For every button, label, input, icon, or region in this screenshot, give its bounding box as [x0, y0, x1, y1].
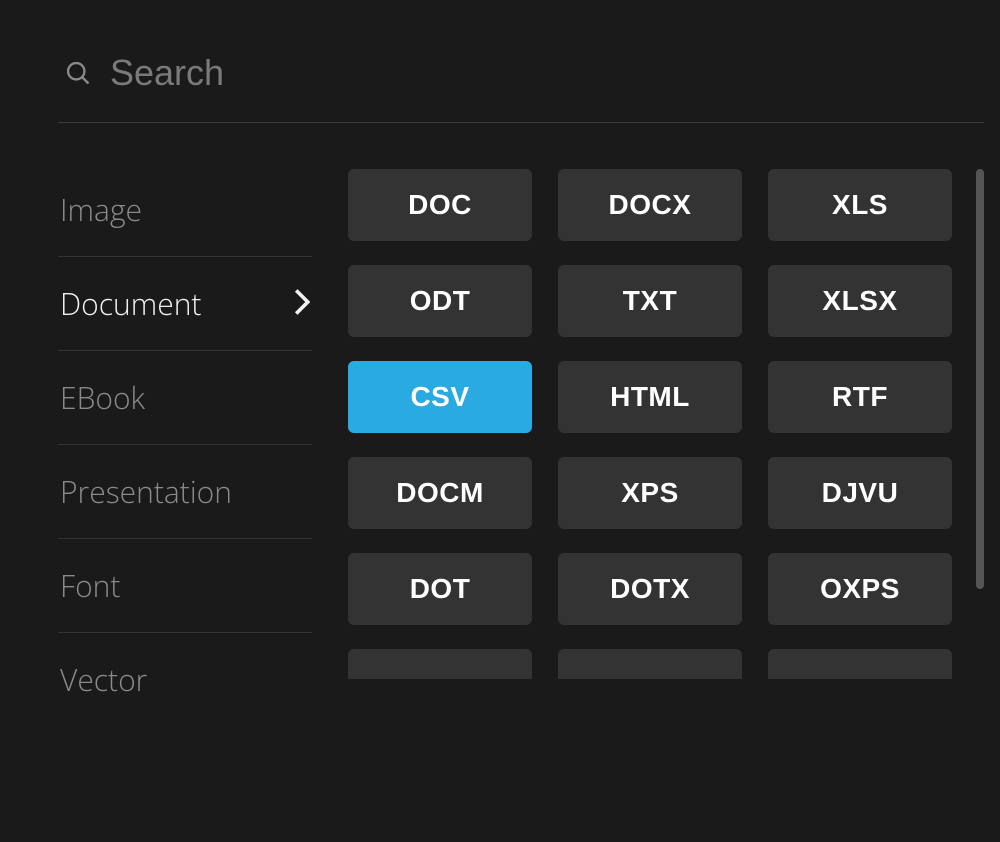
format-txt-button[interactable]: TXT	[558, 265, 742, 337]
format-more-button[interactable]	[348, 649, 532, 679]
format-csv-button[interactable]: CSV	[348, 361, 532, 433]
sidebar-item-label: EBook	[60, 377, 145, 418]
search-row	[58, 28, 984, 123]
sidebar-item-font[interactable]: Font	[58, 539, 312, 633]
format-grid-wrapper: DOC DOCX XLS ODT TXT XLSX CSV HTML RTF D…	[348, 163, 984, 814]
sidebar-item-label: Vector	[60, 659, 147, 700]
search-input[interactable]	[110, 52, 980, 94]
format-doc-button[interactable]: DOC	[348, 169, 532, 241]
sidebar-item-label: Document	[60, 283, 201, 324]
sidebar-item-vector[interactable]: Vector	[58, 633, 312, 726]
format-xlsx-button[interactable]: XLSX	[768, 265, 952, 337]
sidebar-item-label: Font	[60, 565, 120, 606]
format-odt-button[interactable]: ODT	[348, 265, 532, 337]
format-dot-button[interactable]: DOT	[348, 553, 532, 625]
format-grid: DOC DOCX XLS ODT TXT XLSX CSV HTML RTF D…	[348, 169, 976, 814]
format-oxps-button[interactable]: OXPS	[768, 553, 952, 625]
format-xls-button[interactable]: XLS	[768, 169, 952, 241]
format-more-button[interactable]	[768, 649, 952, 679]
search-icon	[62, 57, 94, 89]
format-more-button[interactable]	[558, 649, 742, 679]
sidebar-item-presentation[interactable]: Presentation	[58, 445, 312, 539]
sidebar-item-label: Image	[60, 189, 142, 230]
format-html-button[interactable]: HTML	[558, 361, 742, 433]
format-djvu-button[interactable]: DJVU	[768, 457, 952, 529]
format-picker-panel: Image Document EBook Presentation	[0, 0, 1000, 842]
format-docx-button[interactable]: DOCX	[558, 169, 742, 241]
format-docm-button[interactable]: DOCM	[348, 457, 532, 529]
sidebar-item-image[interactable]: Image	[58, 163, 312, 257]
format-xps-button[interactable]: XPS	[558, 457, 742, 529]
scrollbar[interactable]	[976, 169, 984, 589]
chevron-right-icon	[294, 283, 310, 324]
content-area: Image Document EBook Presentation	[58, 163, 984, 814]
sidebar-item-document[interactable]: Document	[58, 257, 312, 351]
format-dotx-button[interactable]: DOTX	[558, 553, 742, 625]
scrollbar-thumb[interactable]	[976, 169, 984, 589]
category-sidebar: Image Document EBook Presentation	[58, 163, 348, 814]
sidebar-item-ebook[interactable]: EBook	[58, 351, 312, 445]
format-rtf-button[interactable]: RTF	[768, 361, 952, 433]
sidebar-item-label: Presentation	[60, 471, 232, 512]
